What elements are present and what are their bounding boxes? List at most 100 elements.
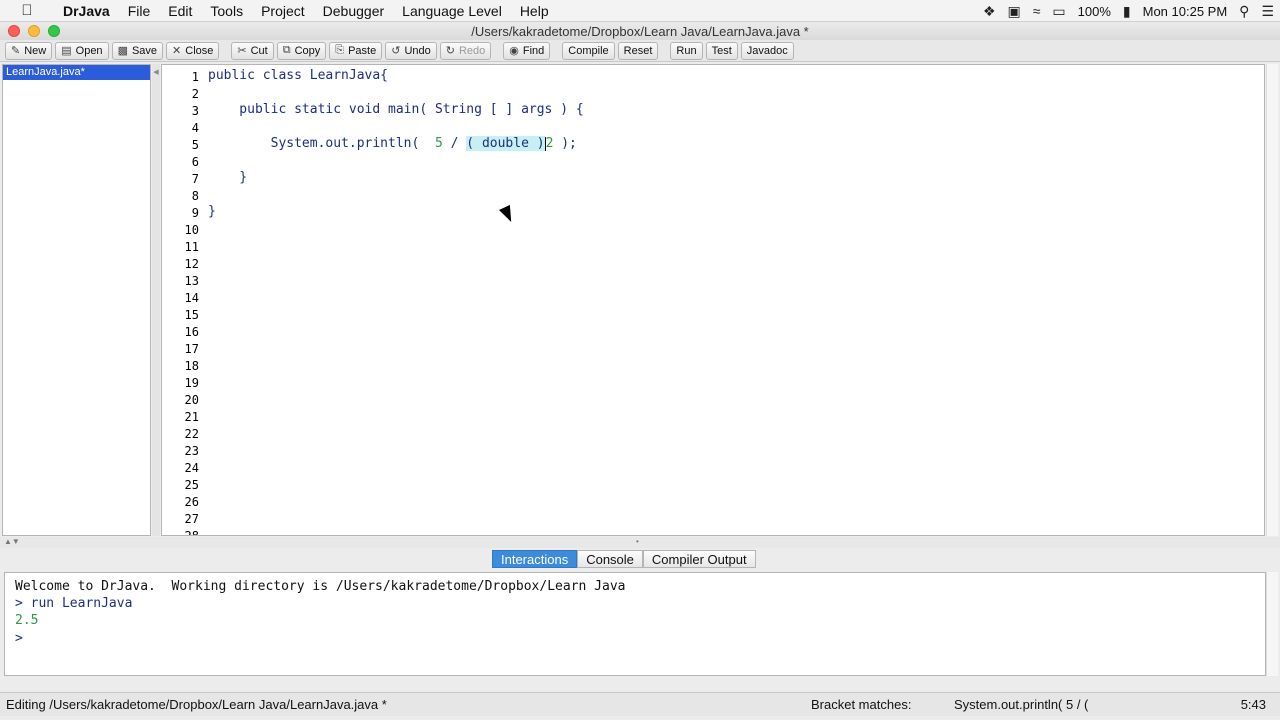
interactions-pane[interactable]: Welcome to DrJava. Working directory is … <box>4 572 1266 676</box>
welcome-message: Welcome to DrJava. Working directory is … <box>15 579 626 594</box>
redo-button[interactable]: ↻ Redo <box>439 41 492 60</box>
code-line-3[interactable]: public static void main( String [ ] args… <box>208 102 583 117</box>
open-button[interactable]: ▤ Open <box>55 41 109 60</box>
editor-scrollbar[interactable] <box>1266 64 1278 536</box>
line-number: 10 <box>184 223 199 237</box>
window-minimize-button[interactable] <box>28 25 40 37</box>
line-number: 11 <box>184 240 199 254</box>
file-item-learnjava[interactable]: LearnJava.java* <box>3 65 150 80</box>
code-line-9[interactable]: } <box>208 204 216 219</box>
binoculars-icon: ◉ <box>509 45 519 57</box>
menu-tools[interactable]: Tools <box>201 3 252 19</box>
status-editing-path: Editing /Users/kakradetome/Dropbox/Learn… <box>6 697 387 712</box>
new-label: New <box>24 44 47 57</box>
clipboard-icon: ⎘ <box>335 44 345 56</box>
new-file-icon: ✎ <box>11 45 21 57</box>
menu-debugger[interactable]: Debugger <box>314 3 394 19</box>
dropbox-icon[interactable]: ❖ <box>983 3 996 20</box>
battery-icon[interactable]: ▮ <box>1123 3 1131 20</box>
horizontal-splitter[interactable]: ▲▼ • <box>0 537 1280 548</box>
line-number: 3 <box>191 104 199 118</box>
airplay-icon[interactable]: ▭ <box>1052 3 1065 20</box>
line-number: 16 <box>184 325 199 339</box>
line-number: 15 <box>184 308 199 322</box>
undo-label: Undo <box>404 44 431 57</box>
spotlight-search-icon[interactable]: ⚲ <box>1239 3 1249 20</box>
line-number: 25 <box>184 478 199 492</box>
splitter-grip-icon[interactable]: • <box>636 537 639 546</box>
menu-help[interactable]: Help <box>511 3 558 19</box>
reset-button[interactable]: Reset <box>617 41 659 60</box>
copy-label: Copy <box>294 44 321 57</box>
code-editor[interactable]: 1 2 3 4 5 6 7 8 9 10 11 12 13 14 15 16 17 18 19 20 21 22 23 24 2… <box>161 64 1265 536</box>
line-number-gutter: 1 2 3 4 5 6 7 8 9 10 11 12 13 14 15 16 17 18 19 20 21 22 23 24 2… <box>162 65 202 535</box>
menu-project[interactable]: Project <box>252 3 314 19</box>
bracket-matches-label: Bracket matches: <box>811 697 912 712</box>
menu-file[interactable]: File <box>119 3 160 19</box>
wifi-icon[interactable]: ≈ <box>1033 3 1041 19</box>
code-line-1[interactable]: public class LearnJava{ <box>208 68 388 83</box>
copy-icon: ⧉ <box>282 44 291 56</box>
line-number: 8 <box>191 189 199 203</box>
collapse-arrow-icon[interactable]: ◀ <box>152 68 160 76</box>
run-button[interactable]: Run <box>670 41 703 60</box>
close-button[interactable]: ✕ Close <box>166 41 220 60</box>
tab-console[interactable]: Console <box>577 550 643 568</box>
line-number: 12 <box>184 257 199 271</box>
menu-language-level[interactable]: Language Level <box>393 3 511 19</box>
line-number: 18 <box>184 359 199 373</box>
paste-label: Paste <box>348 44 377 57</box>
compile-button[interactable]: Compile <box>562 41 615 60</box>
notification-center-icon[interactable]: ☰ <box>1261 3 1274 20</box>
paste-button[interactable]: ⎘ Paste <box>329 41 383 60</box>
line-number: 24 <box>184 461 199 475</box>
run-label: Run <box>676 44 697 57</box>
bracket-matches-value: System.out.println( 5 / ( <box>954 697 1089 712</box>
save-icon: ▩ <box>117 45 128 57</box>
line-number: 13 <box>184 274 199 288</box>
cut-label: Cut <box>250 44 268 57</box>
test-button[interactable]: Test <box>705 41 738 60</box>
folder-icon: ▤ <box>61 45 72 57</box>
menu-app-drjava[interactable]: DrJava <box>54 3 119 19</box>
window-close-button[interactable] <box>8 25 20 37</box>
splitter-arrows-icon[interactable]: ▲▼ <box>4 537 20 546</box>
window-zoom-button[interactable] <box>48 25 60 37</box>
apple-icon[interactable]:  <box>0 2 54 19</box>
interactions-prompt[interactable]: > <box>15 631 23 646</box>
line-number: 20 <box>184 393 199 407</box>
line-number: 1 <box>191 70 199 84</box>
javadoc-button[interactable]: Javadoc <box>740 41 794 60</box>
code-line-7[interactable]: } <box>208 170 247 185</box>
copy-button[interactable]: ⧉ Copy <box>276 41 327 60</box>
program-output: 2.5 <box>15 613 39 628</box>
code-cast-highlight: ( double ) <box>466 136 545 151</box>
tab-interactions[interactable]: Interactions <box>492 550 578 568</box>
open-label: Open <box>75 44 103 57</box>
save-button[interactable]: ▩ Save <box>111 41 164 60</box>
line-number: 6 <box>191 155 199 169</box>
cut-button[interactable]: ✂ Cut <box>231 41 274 60</box>
menu-clock[interactable]: Mon 10:25 PM <box>1143 4 1228 19</box>
line-number: 28 <box>184 529 199 536</box>
battery-percent: 100% <box>1077 3 1111 19</box>
line-number: 22 <box>184 427 199 441</box>
tab-compiler-output[interactable]: Compiler Output <box>642 550 756 568</box>
find-button[interactable]: ◉ Find <box>503 41 551 60</box>
menu-bar:  DrJava File Edit Tools Project Debugge… <box>0 0 1280 22</box>
line-number: 2 <box>191 87 199 101</box>
line-number: 27 <box>184 512 199 526</box>
code-line-5[interactable]: System.out.println( 5 / ( double )2 ); <box>208 136 577 151</box>
menu-edit[interactable]: Edit <box>159 3 201 19</box>
screen-record-icon[interactable]: ▣ <box>1008 3 1021 20</box>
save-label: Save <box>131 44 158 57</box>
undo-button[interactable]: ↺ Undo <box>385 41 437 60</box>
window-title-bar: /Users/kakradetome/Dropbox/Learn Java/Le… <box>0 22 1280 40</box>
line-number: 23 <box>184 444 199 458</box>
line-number: 5 <box>191 138 199 152</box>
find-label: Find <box>522 44 545 57</box>
interactions-scrollbar[interactable] <box>1266 572 1278 676</box>
bottom-tabs: Interactions Console Compiler Output <box>492 550 756 568</box>
vertical-splitter[interactable]: ◀ <box>152 64 160 536</box>
new-button[interactable]: ✎ New <box>5 41 53 60</box>
